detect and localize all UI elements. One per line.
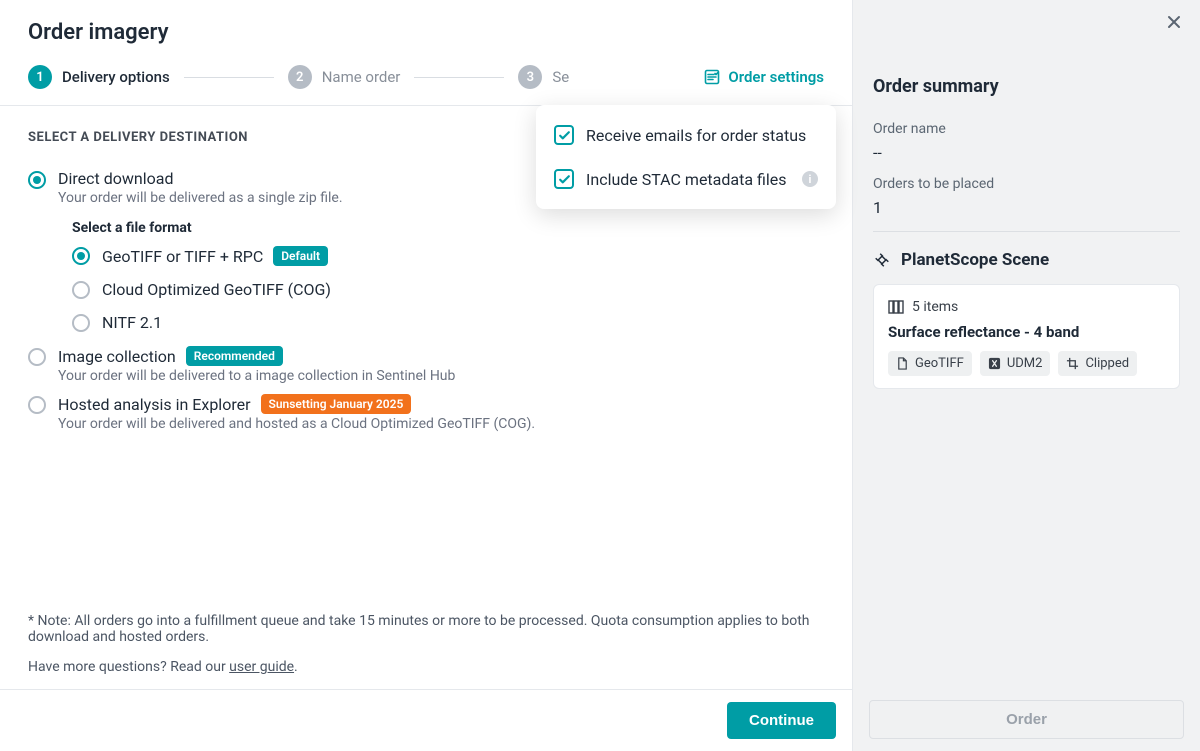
chip-geotiff: GeoTIFF	[888, 351, 972, 376]
processing-note: * Note: All orders go into a fulfillment…	[28, 613, 824, 645]
destination-hosted-explorer[interactable]: Hosted analysis in Explorer Sunsetting J…	[28, 394, 824, 432]
order-settings-popover: Receive emails for order status Include …	[536, 105, 836, 209]
destination-title: Hosted analysis in Explorer	[58, 395, 251, 414]
close-icon[interactable]	[1166, 14, 1182, 34]
sunsetting-badge: Sunsetting January 2025	[261, 394, 412, 414]
destination-desc: Your order will be delivered and hosted …	[58, 416, 824, 432]
checkbox-checked-icon[interactable]	[554, 169, 574, 189]
chip-udm2: UDM2	[980, 351, 1051, 376]
option-label: Include STAC metadata files	[586, 170, 790, 189]
wizard-steps: 1 Delivery options 2 Name order 3 Se	[0, 45, 852, 105]
format-cog[interactable]: Cloud Optimized GeoTIFF (COG)	[72, 280, 824, 299]
checkbox-checked-icon[interactable]	[554, 125, 574, 145]
format-label: NITF 2.1	[102, 313, 162, 332]
format-geotiff[interactable]: GeoTIFF or TIFF + RPC Default	[72, 246, 824, 266]
order-settings-button[interactable]: Order settings	[704, 68, 824, 86]
radio-icon[interactable]	[72, 314, 90, 332]
product-title: Surface reflectance - 4 band	[888, 323, 1165, 341]
chip-clipped: Clipped	[1058, 351, 1137, 376]
destination-desc: Your order will be delivered to a image …	[58, 368, 824, 384]
items-count: 5 items	[912, 299, 958, 315]
user-guide-link[interactable]: user guide	[229, 659, 294, 675]
step-three[interactable]: 3 Se	[518, 65, 569, 89]
radio-selected-icon[interactable]	[72, 247, 90, 265]
format-label: GeoTIFF or TIFF + RPC	[102, 247, 263, 266]
option-label: Receive emails for order status	[586, 126, 818, 145]
step-connector	[414, 77, 504, 78]
step-number: 2	[288, 65, 312, 89]
step-delivery-options[interactable]: 1 Delivery options	[28, 65, 170, 89]
help-text: Have more questions? Read our user guide…	[28, 659, 824, 675]
scene-card: 5 items Surface reflectance - 4 band Geo…	[873, 284, 1180, 389]
scene-heading: PlanetScope Scene	[873, 250, 1180, 270]
file-icon	[896, 357, 909, 370]
radio-icon[interactable]	[28, 348, 46, 366]
step-label: Name order	[322, 68, 401, 86]
continue-button[interactable]: Continue	[727, 702, 836, 739]
option-stac-metadata[interactable]: Include STAC metadata files i	[554, 169, 818, 189]
step-number: 3	[518, 65, 542, 89]
file-format-heading: Select a file format	[72, 220, 824, 236]
step-name-order[interactable]: 2 Name order	[288, 65, 401, 89]
step-label: Delivery options	[62, 68, 170, 86]
recommended-badge: Recommended	[186, 346, 283, 366]
destination-title: Image collection	[58, 347, 176, 366]
settings-list-icon	[704, 69, 720, 85]
destination-image-collection[interactable]: Image collection Recommended Your order …	[28, 346, 824, 384]
order-name-value: --	[873, 143, 1180, 162]
radio-icon[interactable]	[28, 396, 46, 414]
satellite-icon	[873, 251, 891, 269]
format-nitf[interactable]: NITF 2.1	[72, 313, 824, 332]
divider	[873, 231, 1180, 232]
page-title: Order imagery	[28, 20, 824, 45]
orders-count-value: 1	[873, 198, 1180, 217]
step-number: 1	[28, 65, 52, 89]
mask-icon	[988, 357, 1001, 370]
option-receive-emails[interactable]: Receive emails for order status	[554, 125, 818, 145]
format-label: Cloud Optimized GeoTIFF (COG)	[102, 280, 331, 299]
order-name-label: Order name	[873, 121, 1180, 137]
step-connector	[184, 77, 274, 78]
order-settings-label: Order settings	[728, 68, 824, 86]
crop-icon	[1066, 357, 1079, 370]
step-label: Se	[552, 68, 569, 86]
default-badge: Default	[273, 246, 328, 266]
summary-title: Order summary	[873, 76, 1180, 97]
radio-selected-icon[interactable]	[28, 171, 46, 189]
orders-count-label: Orders to be placed	[873, 176, 1180, 192]
order-button[interactable]: Order	[869, 700, 1184, 739]
info-icon[interactable]: i	[802, 171, 818, 187]
stack-icon	[888, 300, 904, 314]
radio-icon[interactable]	[72, 281, 90, 299]
